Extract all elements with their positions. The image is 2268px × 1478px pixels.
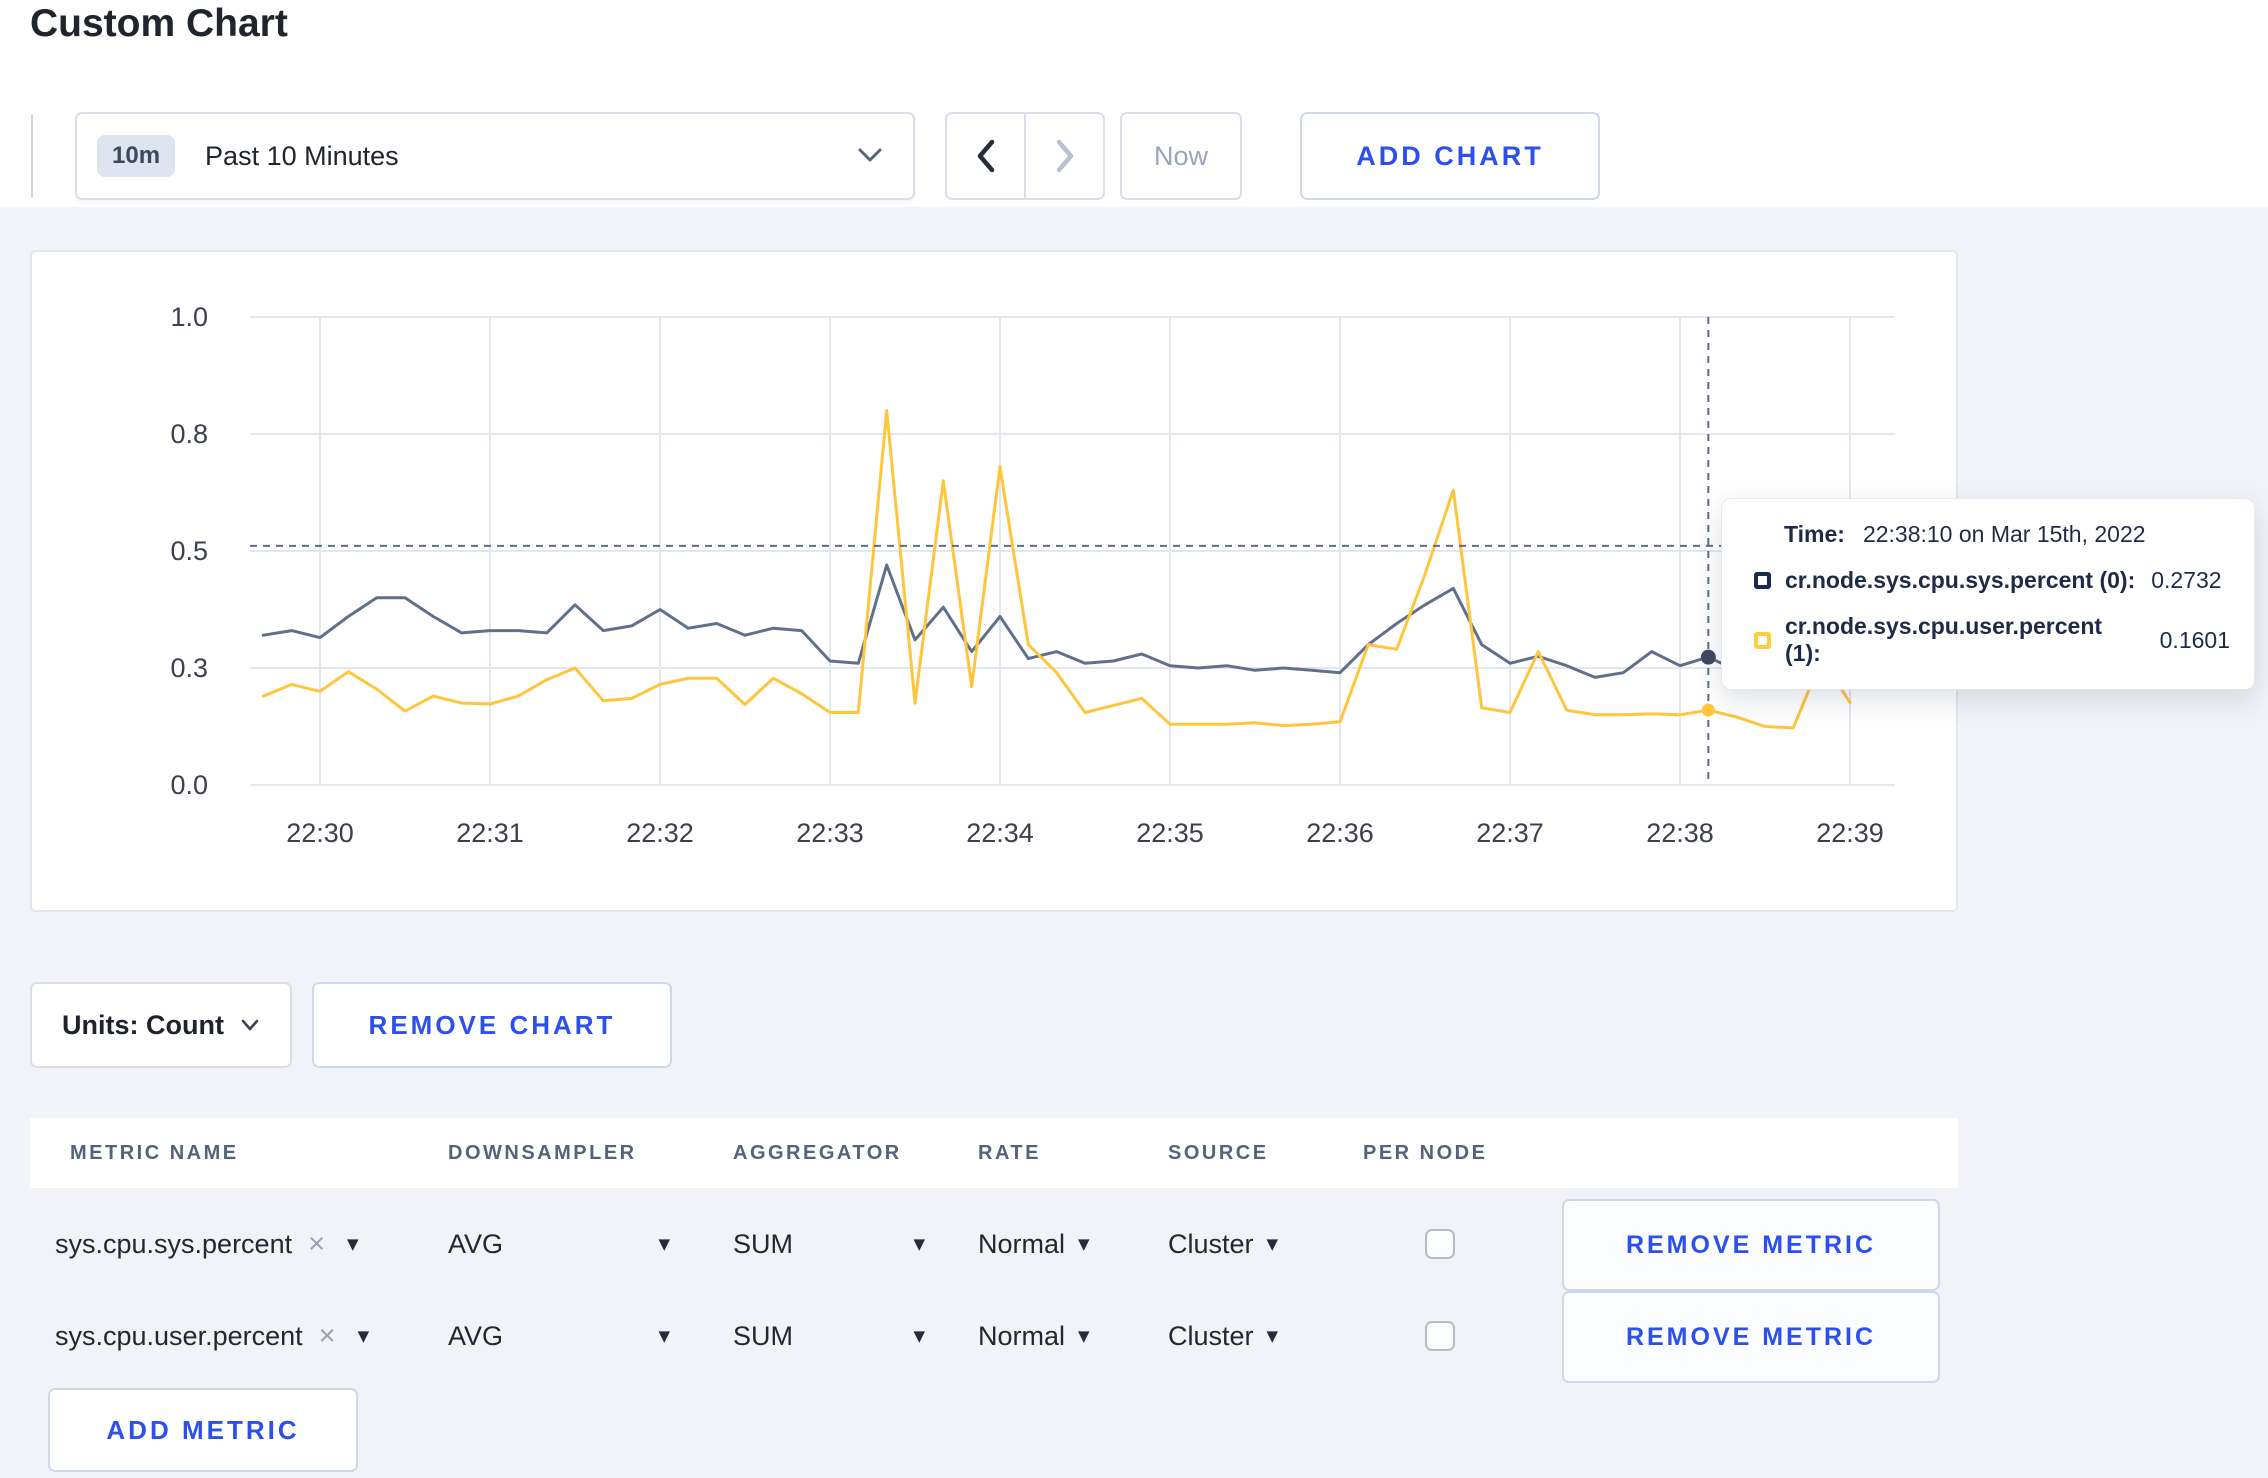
clear-metric-icon[interactable]: × bbox=[319, 1321, 336, 1351]
clear-metric-icon[interactable]: × bbox=[308, 1229, 325, 1259]
tooltip-series-row: cr.node.sys.cpu.sys.percent (0): 0.2732 bbox=[1754, 567, 2230, 594]
tooltip-time-value: 22:38:10 on Mar 15th, 2022 bbox=[1862, 521, 2146, 547]
svg-text:0.8: 0.8 bbox=[170, 419, 208, 449]
units-dropdown[interactable]: Units: Count bbox=[30, 982, 292, 1068]
aggregator-select[interactable]: SUM ▼ bbox=[733, 1290, 925, 1382]
tooltip-time-row: Time: 22:38:10 on Mar 15th, 2022 bbox=[1754, 521, 2230, 548]
time-range-dropdown[interactable]: 10m Past 10 Minutes bbox=[75, 112, 915, 200]
toolbar-divider bbox=[31, 114, 33, 198]
source-value: Cluster bbox=[1168, 1320, 1254, 1351]
chart-tooltip: Time: 22:38:10 on Mar 15th, 2022 cr.node.… bbox=[1721, 498, 2255, 690]
add-metric-button[interactable]: ADD METRIC bbox=[48, 1388, 358, 1472]
chevron-down-icon bbox=[858, 148, 882, 162]
per-node-checkbox[interactable] bbox=[1425, 1321, 1455, 1351]
downsampler-value: AVG bbox=[448, 1320, 504, 1351]
caret-down-icon: ▼ bbox=[1078, 1327, 1090, 1345]
metric-name-select[interactable]: sys.cpu.user.percent × ▼ bbox=[55, 1290, 369, 1382]
svg-text:22:37: 22:37 bbox=[1476, 818, 1544, 848]
tooltip-series-label: cr.node.sys.cpu.sys.percent (0): bbox=[1785, 567, 2136, 593]
col-header-source: SOURCE bbox=[1168, 1142, 1269, 1164]
svg-text:22:36: 22:36 bbox=[1306, 818, 1374, 848]
svg-text:0.5: 0.5 bbox=[170, 536, 208, 566]
prev-range-button[interactable] bbox=[947, 114, 1024, 198]
time-step-group bbox=[945, 112, 1105, 200]
caret-down-icon: ▼ bbox=[658, 1327, 670, 1345]
col-header-rate: RATE bbox=[978, 1142, 1041, 1164]
svg-text:22:33: 22:33 bbox=[796, 818, 864, 848]
caret-down-icon: ▼ bbox=[913, 1235, 925, 1253]
add-chart-button[interactable]: ADD CHART bbox=[1300, 112, 1600, 200]
tooltip-series-label: cr.node.sys.cpu.user.percent (1): bbox=[1785, 613, 2103, 666]
aggregator-value: SUM bbox=[733, 1320, 793, 1351]
next-range-button[interactable] bbox=[1024, 114, 1103, 198]
source-select[interactable]: Cluster ▼ bbox=[1168, 1290, 1278, 1382]
svg-text:22:34: 22:34 bbox=[966, 818, 1034, 848]
svg-text:22:38: 22:38 bbox=[1646, 818, 1714, 848]
custom-chart-page: Custom Chart 10m Past 10 Minutes Now ADD… bbox=[0, 0, 2268, 1478]
rate-select[interactable]: Normal ▼ bbox=[978, 1290, 1090, 1382]
svg-text:0.3: 0.3 bbox=[170, 653, 208, 683]
col-header-per-node: PER NODE bbox=[1363, 1142, 1488, 1164]
svg-text:22:32: 22:32 bbox=[626, 818, 694, 848]
chevron-down-icon bbox=[241, 1019, 259, 1031]
remove-metric-button[interactable]: REMOVE METRIC bbox=[1562, 1291, 1940, 1383]
caret-down-icon: ▼ bbox=[1266, 1235, 1279, 1253]
time-range-badge: 10m bbox=[97, 135, 176, 177]
downsampler-select[interactable]: AVG ▼ bbox=[448, 1198, 670, 1290]
metric-row: sys.cpu.user.percent × ▼ AVG ▼ SUM ▼ Nor… bbox=[30, 1290, 1958, 1383]
metric-name-select[interactable]: sys.cpu.sys.percent × ▼ bbox=[55, 1198, 359, 1290]
cpu-usage-chart[interactable]: 0.0 0.3 0.5 0.8 1.0 22:30 22:31 22:32 22:33 22:34… bbox=[30, 250, 1958, 912]
metric-name: sys.cpu.user.percent bbox=[55, 1320, 303, 1351]
caret-down-icon: ▼ bbox=[347, 1235, 359, 1253]
time-range-label: Past 10 Minutes bbox=[205, 140, 399, 171]
col-header-downsampler: DOWNSAMPLER bbox=[448, 1142, 637, 1164]
aggregator-select[interactable]: SUM ▼ bbox=[733, 1198, 925, 1290]
metric-row: sys.cpu.sys.percent × ▼ AVG ▼ SUM ▼ Norm… bbox=[30, 1198, 1958, 1291]
now-button[interactable]: Now bbox=[1120, 112, 1242, 200]
caret-down-icon: ▼ bbox=[357, 1327, 370, 1345]
remove-chart-button[interactable]: REMOVE CHART bbox=[312, 982, 672, 1068]
col-header-aggregator: AGGREGATOR bbox=[733, 1142, 902, 1164]
user-percent-swatch-icon bbox=[1754, 631, 1771, 649]
source-select[interactable]: Cluster ▼ bbox=[1168, 1198, 1278, 1290]
caret-down-icon: ▼ bbox=[913, 1327, 925, 1345]
svg-text:22:39: 22:39 bbox=[1816, 818, 1884, 848]
page-title: Custom Chart bbox=[30, 2, 288, 45]
svg-text:22:35: 22:35 bbox=[1136, 818, 1204, 848]
sys-percent-swatch-icon bbox=[1754, 572, 1771, 589]
tooltip-series-value: 0.2732 bbox=[2151, 567, 2222, 593]
tooltip-series-value: 0.1601 bbox=[2159, 626, 2230, 653]
caret-down-icon: ▼ bbox=[1266, 1327, 1279, 1345]
caret-down-icon: ▼ bbox=[658, 1235, 670, 1253]
downsampler-select[interactable]: AVG ▼ bbox=[448, 1290, 670, 1382]
metric-name: sys.cpu.sys.percent bbox=[55, 1228, 293, 1259]
tooltip-time-label: Time: bbox=[1784, 521, 1845, 547]
chevron-left-icon bbox=[977, 139, 994, 173]
units-label: Units: Count bbox=[62, 1009, 224, 1040]
tooltip-series-row: cr.node.sys.cpu.user.percent (1): 0.1601 bbox=[1754, 613, 2230, 667]
per-node-checkbox[interactable] bbox=[1425, 1229, 1455, 1259]
remove-metric-button[interactable]: REMOVE METRIC bbox=[1562, 1199, 1940, 1291]
svg-text:0.0: 0.0 bbox=[170, 770, 208, 800]
svg-text:22:31: 22:31 bbox=[456, 818, 524, 848]
rate-value: Normal bbox=[978, 1228, 1066, 1259]
rate-select[interactable]: Normal ▼ bbox=[978, 1198, 1090, 1290]
rate-value: Normal bbox=[978, 1320, 1066, 1351]
metrics-table-header: METRIC NAME DOWNSAMPLER AGGREGATOR RATE … bbox=[30, 1118, 1958, 1188]
aggregator-value: SUM bbox=[733, 1228, 793, 1259]
svg-text:22:30: 22:30 bbox=[286, 818, 354, 848]
source-value: Cluster bbox=[1168, 1228, 1254, 1259]
caret-down-icon: ▼ bbox=[1078, 1235, 1090, 1253]
chevron-right-icon bbox=[1056, 139, 1073, 173]
col-header-metric-name: METRIC NAME bbox=[70, 1142, 239, 1164]
downsampler-value: AVG bbox=[448, 1228, 504, 1259]
svg-text:1.0: 1.0 bbox=[170, 302, 208, 332]
